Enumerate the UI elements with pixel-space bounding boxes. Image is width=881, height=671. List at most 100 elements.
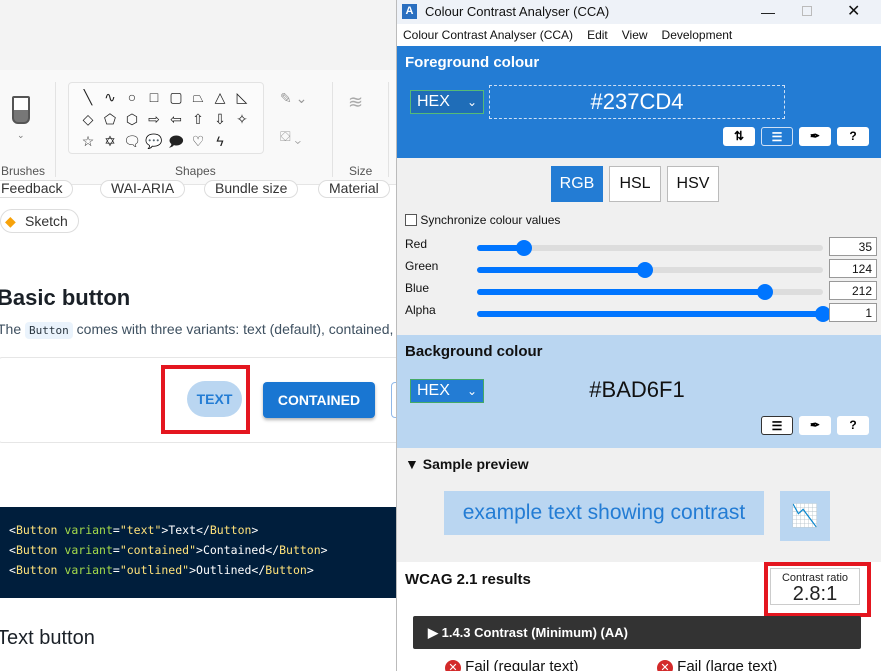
chevron-down-icon[interactable]: ⌄ [17, 130, 25, 141]
inline-code: Button [25, 322, 73, 339]
chip-wai-aria[interactable]: WAI-ARIA [100, 180, 186, 198]
menu-development[interactable]: Development [662, 28, 733, 42]
results-title: WCAG 2.1 results [405, 571, 531, 588]
shape-tool[interactable]: ϟ [209, 130, 231, 152]
sync-checkbox-row[interactable]: Synchronize colour values [405, 213, 560, 227]
swap-colours-icon[interactable]: ⇅ [723, 127, 755, 146]
background-hex-input[interactable]: #BAD6F1 [489, 374, 785, 408]
code-line: <Button variant="contained">Contained</B… [9, 543, 328, 557]
slider-thumb[interactable] [756, 284, 773, 300]
sliders-icon[interactable]: ☰ [761, 416, 793, 435]
outline-icon[interactable]: ✎ ⌄ [280, 90, 307, 107]
fill-icon[interactable]: ⛋ ⌄ [280, 128, 301, 145]
shape-tool[interactable]: ⬡ [121, 108, 143, 130]
slider-row-red: Red 35 [405, 237, 877, 259]
eyedropper-icon[interactable]: ✒ [799, 127, 831, 146]
chip-label: Sketch [25, 213, 68, 229]
cca-window: A Colour Contrast Analyser (CCA) — ✕ Col… [396, 0, 881, 671]
slider-thumb[interactable] [516, 240, 533, 256]
menu-app[interactable]: Colour Contrast Analyser (CCA) [403, 28, 573, 42]
brush-icon[interactable] [12, 96, 30, 124]
shape-tool[interactable]: ⇩ [209, 108, 231, 130]
slider-row-alpha: Alpha 1 [405, 303, 877, 325]
tab-hsv[interactable]: HSV [667, 166, 719, 202]
browser-page: ⌄ Brushes Shapes ✎ ⌄ ⛋ ⌄ ≋ Size ╲ ∿ ○ □ ▢ ⏢ △ ◺… [0, 0, 396, 671]
shape-tool[interactable]: 💬 [143, 130, 165, 152]
shape-tool[interactable]: ▢ [165, 86, 187, 108]
subheading: Text button [0, 627, 95, 649]
help-icon[interactable]: ? [837, 127, 869, 146]
tab-hsl[interactable]: HSL [609, 166, 661, 202]
sample-preview-section: ▼ Sample preview example text showing co… [397, 448, 881, 562]
size-label: Size [349, 164, 373, 178]
chip-sketch[interactable]: ◆ Sketch [0, 209, 79, 233]
section-heading: Basic button [0, 285, 131, 310]
code-line: <Button variant="outlined">Outlined</But… [9, 563, 314, 577]
channel-label: Green [405, 259, 439, 273]
sync-checkbox[interactable] [405, 214, 417, 226]
fail-icon: ✕ [657, 660, 673, 671]
fail-icon: ✕ [445, 660, 461, 671]
foreground-title: Foreground colour [405, 54, 540, 71]
size-icon[interactable]: ≋ [348, 93, 363, 111]
channel-label: Blue [405, 281, 430, 295]
maximize-icon[interactable] [802, 6, 812, 16]
highlight-box [161, 365, 250, 434]
shape-tool[interactable]: ⇧ [187, 108, 209, 130]
slider-row-green: Green 124 [405, 259, 877, 281]
minimize-icon[interactable]: — [761, 0, 775, 24]
shape-tool[interactable]: ⬠ [99, 108, 121, 130]
foreground-format-select[interactable]: HEX ⌄ [410, 90, 484, 114]
window-title: Colour Contrast Analyser (CCA) [425, 4, 610, 19]
chip-feedback[interactable]: Feedback [0, 180, 74, 198]
criterion-header[interactable]: ▶ 1.4.3 Contrast (Minimum) (AA) [413, 616, 861, 649]
shape-tool[interactable]: ♡ [187, 130, 209, 152]
channel-value-input[interactable]: 212 [829, 281, 877, 300]
close-icon[interactable]: ✕ [847, 0, 860, 24]
shape-tool[interactable]: ◺ [231, 86, 253, 108]
shape-tool[interactable]: ✡ [99, 130, 121, 152]
shape-tool[interactable]: ○ [121, 86, 143, 108]
large-text-result: ✕ Fail (large text) [657, 658, 777, 671]
channel-label: Red [405, 237, 428, 251]
shapes-label: Shapes [175, 164, 216, 178]
code-block: <Button variant="text">Text</Button> <But… [0, 507, 396, 598]
shape-tool[interactable]: ∿ [99, 86, 121, 108]
eyedropper-icon[interactable]: ✒ [799, 416, 831, 435]
shape-tool[interactable]: 🗨 [121, 130, 143, 152]
chart-icon: 📉 [780, 491, 830, 541]
tab-rgb[interactable]: RGB [551, 166, 603, 202]
menu-edit[interactable]: Edit [587, 28, 608, 42]
channel-value-input[interactable]: 1 [829, 303, 877, 322]
shape-tool[interactable]: △ [209, 86, 231, 108]
sketch-icon: ◆ [5, 213, 16, 229]
channel-value-input[interactable]: 35 [829, 237, 877, 256]
contained-button[interactable]: CONTAINED [263, 382, 375, 418]
channel-slider[interactable] [477, 284, 823, 300]
chip-bundle-size[interactable]: Bundle size [204, 180, 299, 198]
help-icon[interactable]: ? [837, 416, 869, 435]
sample-preview-toggle[interactable]: ▼ Sample preview [405, 456, 529, 472]
shape-tool[interactable]: ◇ [77, 108, 99, 130]
shape-tool[interactable]: ⇦ [165, 108, 187, 130]
slider-row-blue: Blue 212 [405, 281, 877, 303]
foreground-hex-input[interactable]: #237CD4 [489, 85, 785, 119]
shape-tool[interactable]: ⇨ [143, 108, 165, 130]
shape-tool[interactable]: ☆ [77, 130, 99, 152]
shape-tool[interactable]: ⏢ [187, 86, 209, 108]
channel-slider[interactable] [477, 240, 823, 256]
channel-slider[interactable] [477, 306, 831, 322]
shape-tool[interactable]: ╲ [77, 86, 99, 108]
brushes-label: Brushes [1, 164, 46, 178]
channel-value-input[interactable]: 124 [829, 259, 877, 278]
channel-slider[interactable] [477, 262, 823, 278]
menu-view[interactable]: View [622, 28, 648, 42]
sliders-icon[interactable]: ☰ [761, 127, 793, 146]
slider-thumb[interactable] [637, 262, 654, 278]
background-format-select[interactable]: HEX ⌄ [410, 379, 484, 403]
chip-material[interactable]: Material [318, 180, 390, 198]
shape-tool[interactable]: ✧ [231, 108, 253, 130]
shape-tool[interactable]: □ [143, 86, 165, 108]
shape-tool[interactable]: 🗩 [165, 130, 187, 152]
background-section: Background colour HEX ⌄ #BAD6F1 ☰ ✒ ? [397, 335, 881, 448]
